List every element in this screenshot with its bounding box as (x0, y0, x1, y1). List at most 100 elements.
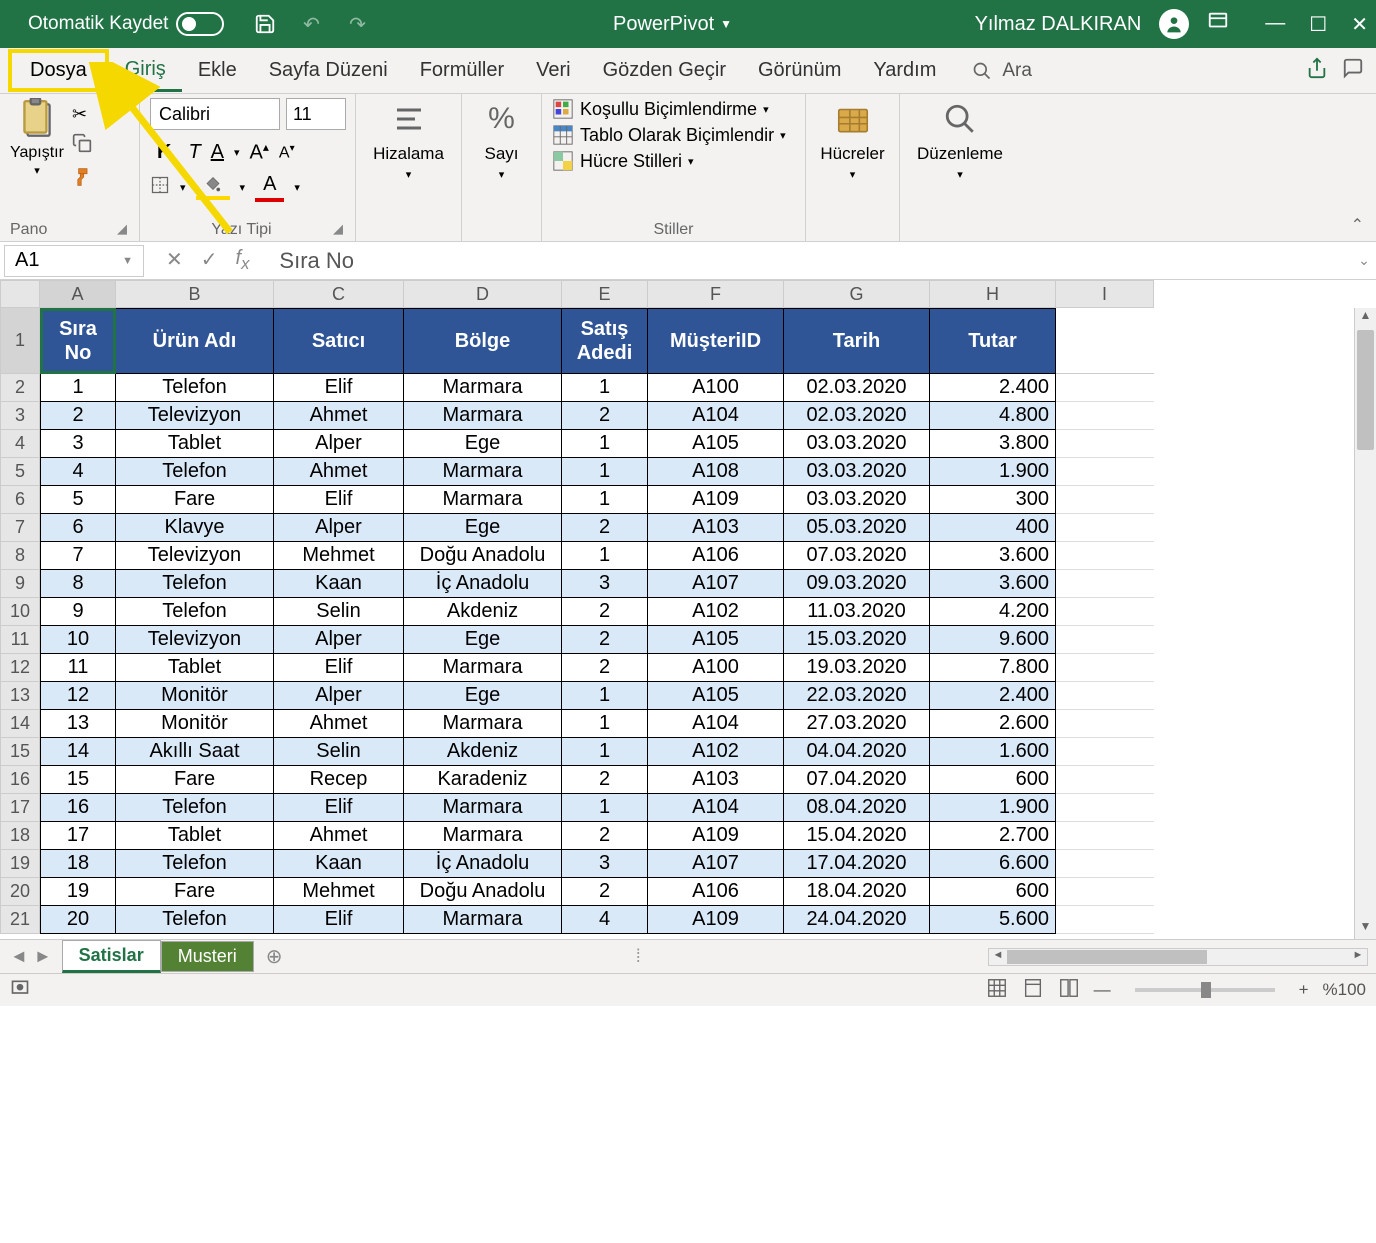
cell[interactable]: Telefon (116, 850, 274, 878)
cut-icon[interactable]: ✂ (72, 104, 92, 125)
cell[interactable]: Kaan (274, 570, 404, 598)
font-name-select[interactable] (150, 98, 280, 130)
row-header-3[interactable]: 3 (0, 402, 40, 430)
cell[interactable]: 6.600 (930, 850, 1056, 878)
table-row[interactable]: 16TelefonElifMarmara1A10408.04.20201.900 (40, 794, 1154, 822)
cell[interactable]: 2 (562, 626, 648, 654)
cell[interactable]: A105 (648, 626, 784, 654)
cell[interactable]: 5.600 (930, 906, 1056, 934)
share-icon[interactable] (1306, 57, 1328, 85)
col-header-H[interactable]: H (930, 280, 1056, 308)
cell[interactable]: Marmara (404, 822, 562, 850)
cell[interactable]: 2.400 (930, 374, 1056, 402)
cell[interactable]: Marmara (404, 710, 562, 738)
cell[interactable]: Alper (274, 514, 404, 542)
cell[interactable]: İç Anadolu (404, 850, 562, 878)
tab-home[interactable]: Giriş (109, 50, 182, 92)
cell[interactable]: 10 (40, 626, 116, 654)
row-header-15[interactable]: 15 (0, 738, 40, 766)
cell[interactable]: 1 (562, 710, 648, 738)
cell[interactable]: 2 (40, 402, 116, 430)
minimize-icon[interactable]: ― (1265, 12, 1285, 37)
hsb-split-icon[interactable]: ⁞ (636, 946, 641, 967)
add-sheet-icon[interactable]: ⊕ (254, 944, 295, 969)
row-header-1[interactable]: 1 (0, 308, 40, 374)
cell[interactable]: 14 (40, 738, 116, 766)
row-header-18[interactable]: 18 (0, 822, 40, 850)
user-avatar-icon[interactable] (1159, 9, 1189, 39)
select-all-corner[interactable] (0, 280, 40, 308)
cell[interactable]: Marmara (404, 402, 562, 430)
vertical-scrollbar[interactable]: ▲ ▼ (1354, 308, 1376, 939)
row-header-5[interactable]: 5 (0, 458, 40, 486)
cell[interactable]: 1 (562, 682, 648, 710)
cell[interactable]: 3.600 (930, 542, 1056, 570)
cell[interactable]: A103 (648, 766, 784, 794)
row-header-9[interactable]: 9 (0, 570, 40, 598)
cell[interactable]: Marmara (404, 906, 562, 934)
table-header[interactable]: Satış Adedi (562, 308, 648, 374)
row-header-16[interactable]: 16 (0, 766, 40, 794)
cell[interactable]: 2 (562, 878, 648, 906)
cell[interactable]: A100 (648, 654, 784, 682)
cell[interactable]: 2 (562, 654, 648, 682)
table-row[interactable]: 5FareElifMarmara1A10903.03.2020300 (40, 486, 1154, 514)
cell[interactable]: 19 (40, 878, 116, 906)
cell[interactable]: Fare (116, 878, 274, 906)
cell[interactable]: Alper (274, 430, 404, 458)
record-macro-icon[interactable] (10, 978, 30, 1003)
paste-button[interactable]: Yapıştır ▾ (10, 98, 64, 177)
view-normal-icon[interactable] (986, 977, 1008, 1004)
cell[interactable]: 2 (562, 822, 648, 850)
cell[interactable]: A100 (648, 374, 784, 402)
cell[interactable]: 13 (40, 710, 116, 738)
close-icon[interactable]: ✕ (1351, 12, 1368, 37)
row-header-4[interactable]: 4 (0, 430, 40, 458)
col-header-G[interactable]: G (784, 280, 930, 308)
cell[interactable]: 1 (562, 794, 648, 822)
cell[interactable]: 19.03.2020 (784, 654, 930, 682)
cell[interactable]: Elif (274, 906, 404, 934)
col-header-A[interactable]: A (40, 280, 116, 308)
dialog-launcher-icon[interactable]: ◢ (117, 221, 129, 237)
cell[interactable]: 1 (562, 430, 648, 458)
row-header-20[interactable]: 20 (0, 878, 40, 906)
cell[interactable]: Tablet (116, 822, 274, 850)
cell[interactable]: 27.03.2020 (784, 710, 930, 738)
cell[interactable]: 1 (562, 738, 648, 766)
cell[interactable]: Doğu Anadolu (404, 878, 562, 906)
sheet-tab-musteri[interactable]: Musteri (161, 941, 254, 972)
cell[interactable]: A103 (648, 514, 784, 542)
tab-formulas[interactable]: Formüller (404, 51, 520, 90)
cell[interactable]: Televizyon (116, 542, 274, 570)
cell[interactable]: 08.04.2020 (784, 794, 930, 822)
cell[interactable]: Marmara (404, 374, 562, 402)
row-header-8[interactable]: 8 (0, 542, 40, 570)
sheet-tab-satislar[interactable]: Satislar (62, 940, 161, 973)
cell[interactable]: Ege (404, 626, 562, 654)
cell[interactable]: Karadeniz (404, 766, 562, 794)
cell[interactable]: Selin (274, 738, 404, 766)
view-page-layout-icon[interactable] (1022, 977, 1044, 1004)
italic-button[interactable]: T (188, 141, 200, 164)
table-row[interactable]: 9TelefonSelinAkdeniz2A10211.03.20204.200 (40, 598, 1154, 626)
cell[interactable]: A108 (648, 458, 784, 486)
cell[interactable]: Elif (274, 374, 404, 402)
cell[interactable]: Ahmet (274, 710, 404, 738)
decrease-font-icon[interactable]: A▾ (279, 143, 295, 162)
cell[interactable]: 3 (562, 850, 648, 878)
table-row[interactable]: 11TabletElifMarmara2A10019.03.20207.800 (40, 654, 1154, 682)
table-row[interactable]: 20TelefonElifMarmara4A10924.04.20205.600 (40, 906, 1154, 934)
tab-review[interactable]: Gözden Geçir (587, 51, 742, 90)
cell[interactable]: Ahmet (274, 822, 404, 850)
cell[interactable]: Ahmet (274, 458, 404, 486)
table-row[interactable]: 10TelevizyonAlperEge2A10515.03.20209.600 (40, 626, 1154, 654)
col-header-E[interactable]: E (562, 280, 648, 308)
cell[interactable]: 2.600 (930, 710, 1056, 738)
cell[interactable]: A109 (648, 906, 784, 934)
table-header[interactable]: Tutar (930, 308, 1056, 374)
cell[interactable]: 1.900 (930, 458, 1056, 486)
cell[interactable]: 300 (930, 486, 1056, 514)
cell[interactable]: 02.03.2020 (784, 402, 930, 430)
collapse-ribbon-icon[interactable]: ⌃ (1351, 215, 1364, 235)
